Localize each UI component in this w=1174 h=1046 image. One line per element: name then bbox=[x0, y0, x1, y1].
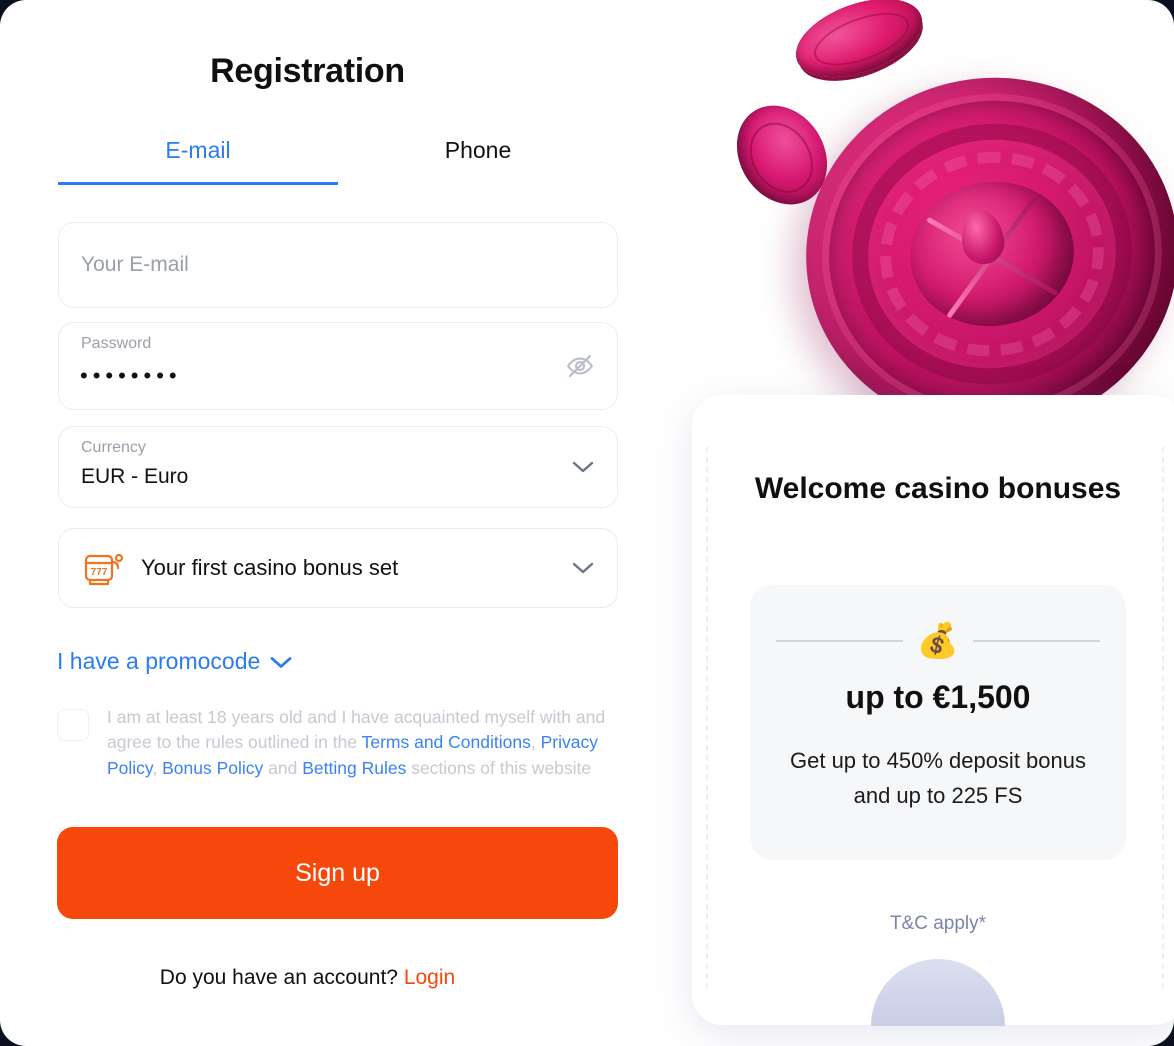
login-question: Do you have an account? bbox=[159, 966, 398, 989]
bonus-value: Your first casino bonus set bbox=[141, 555, 399, 580]
bonus-offer-box: 💰 up to €1,500 Get up to 450% deposit bo… bbox=[750, 585, 1126, 860]
page-title: Registration bbox=[210, 52, 405, 90]
terms-checkbox[interactable] bbox=[57, 709, 89, 741]
password-label: Password bbox=[81, 335, 152, 352]
currency-label: Currency bbox=[81, 439, 146, 456]
email-placeholder: Your E-mail bbox=[81, 253, 189, 276]
tab-phone[interactable]: Phone bbox=[338, 137, 618, 185]
eye-off-icon[interactable] bbox=[565, 351, 595, 381]
registration-screen: Registration E-mail Phone Your E-mail Pa… bbox=[0, 0, 1174, 1046]
money-bag-emoji: 💰 bbox=[916, 622, 960, 660]
password-value: •••••••• bbox=[80, 363, 182, 388]
terms-agreement: I am at least 18 years old and I have ac… bbox=[57, 705, 622, 781]
card-dashed-divider bbox=[1162, 447, 1164, 989]
terms-sep1: , bbox=[530, 732, 541, 753]
bonus-select[interactable]: 777 Your first casino bonus set bbox=[58, 528, 618, 608]
promocode-toggle[interactable]: I have a promocode bbox=[57, 648, 292, 675]
bonus-card-title: Welcome casino bonuses bbox=[754, 472, 1122, 505]
bonus-description: Get up to 450% deposit bonus and up to 2… bbox=[790, 748, 1086, 809]
chevron-down-icon[interactable] bbox=[571, 460, 595, 474]
bonus-policy-link[interactable]: Bonus Policy bbox=[162, 758, 263, 778]
welcome-bonus-card: Welcome casino bonuses 💰 up to €1,500 Ge… bbox=[692, 395, 1174, 1026]
card-bottom-handle[interactable] bbox=[871, 959, 1005, 1026]
bonus-icon-row: 💰 bbox=[776, 617, 1100, 665]
chevron-down-icon[interactable] bbox=[571, 561, 595, 575]
promocode-label: I have a promocode bbox=[57, 648, 261, 674]
auth-method-tabs: E-mail Phone bbox=[58, 137, 618, 185]
login-link[interactable]: Login bbox=[404, 966, 455, 989]
slot-machine-777-icon: 777 bbox=[81, 546, 127, 590]
tc-apply-link[interactable]: T&C apply* bbox=[692, 913, 1174, 935]
currency-select[interactable]: Currency EUR - Euro bbox=[58, 426, 618, 508]
currency-value: EUR - Euro bbox=[81, 465, 189, 488]
terms-sep3: and bbox=[263, 757, 303, 778]
terms-sep2: , bbox=[152, 757, 163, 778]
tab-email[interactable]: E-mail bbox=[58, 137, 338, 185]
card-dashed-divider bbox=[706, 447, 708, 989]
divider-right bbox=[973, 640, 1100, 642]
chevron-down-icon bbox=[270, 648, 292, 675]
terms-part2: sections of this website bbox=[406, 757, 592, 778]
sign-up-button[interactable]: Sign up bbox=[57, 827, 618, 919]
bonus-amount: up to €1,500 bbox=[845, 679, 1031, 715]
casino-chip-icon bbox=[785, 0, 933, 93]
terms-text: I am at least 18 years old and I have ac… bbox=[107, 705, 622, 781]
registration-form: Registration E-mail Phone Your E-mail Pa… bbox=[0, 0, 660, 1046]
casino-chip-icon bbox=[718, 88, 846, 222]
divider-left bbox=[776, 640, 903, 642]
login-prompt: Do you have an account? Login bbox=[0, 966, 615, 990]
email-field[interactable]: Your E-mail bbox=[58, 222, 618, 308]
betting-rules-link[interactable]: Betting Rules bbox=[302, 758, 406, 778]
svg-text:777: 777 bbox=[91, 567, 108, 578]
password-field[interactable]: Password •••••••• bbox=[58, 322, 618, 410]
terms-and-conditions-link[interactable]: Terms and Conditions bbox=[362, 732, 531, 752]
